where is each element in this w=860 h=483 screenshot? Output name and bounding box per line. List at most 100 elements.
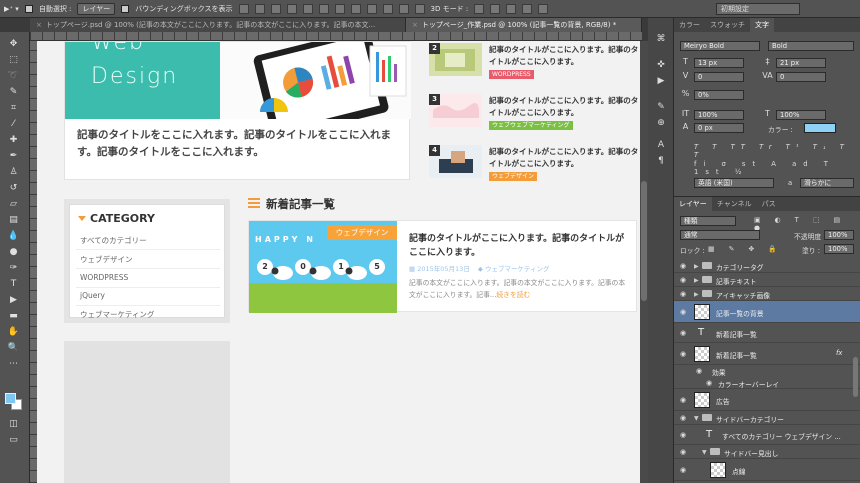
layer-row[interactable]: ◉ 点線 xyxy=(674,459,860,481)
spot-heal-tool-icon[interactable]: ✚ xyxy=(7,134,20,146)
move-tool-preset-icon[interactable]: ▶⁺ ▾ xyxy=(4,5,19,13)
align-right-icon[interactable] xyxy=(318,3,329,14)
layer-row[interactable]: ◉ ▼ サイドバーカテゴリー xyxy=(674,411,860,425)
brush-panel-icon[interactable]: ✎ xyxy=(655,102,667,113)
layer-row[interactable]: ◉ 新着記事一覧 fx xyxy=(674,343,860,365)
move-tool-icon[interactable]: ✥ xyxy=(7,38,20,50)
tab-paths[interactable]: パス xyxy=(757,197,781,211)
visibility-eye-icon[interactable]: ◉ xyxy=(680,329,686,337)
history-panel-icon[interactable]: ⌘ xyxy=(655,34,667,45)
workspace-dropdown[interactable]: 初期設定 xyxy=(716,3,800,15)
layer-row[interactable]: ◉ T すべてのカテゴリー ウェブデザイン ... xyxy=(674,425,860,445)
font-style-select[interactable]: Bold xyxy=(768,41,854,51)
category-link[interactable]: jQuery xyxy=(80,291,105,300)
text-style-buttons[interactable]: T T TT Tr T¹ T₁ T T xyxy=(694,143,860,159)
opentype-buttons[interactable]: fi σ st A ad T 1st ½ xyxy=(694,160,860,176)
antialias-select[interactable]: 滑らかに xyxy=(800,178,854,188)
tab-swatches[interactable]: スウォッチ xyxy=(705,18,750,32)
canvas-vertical-scrollbar[interactable] xyxy=(640,41,648,483)
document-tab-2[interactable]: × トップページ_作業.psd @ 100% (記事一覧の背景, RGB/8) * xyxy=(406,18,642,32)
scrollbar-thumb[interactable] xyxy=(641,181,647,301)
layer-row[interactable]: ◉ T 新着記事一覧 xyxy=(674,323,860,343)
distribute-middle-icon[interactable] xyxy=(350,3,361,14)
eraser-tool-icon[interactable]: ▱ xyxy=(7,198,20,210)
distribute-bottom-icon[interactable] xyxy=(366,3,377,14)
clone-source-panel-icon[interactable]: ⊕ xyxy=(655,118,667,129)
category-link[interactable]: すべてのカテゴリー xyxy=(80,235,147,246)
effect-row[interactable]: ◉ 効果 xyxy=(674,365,860,377)
quick-select-tool-icon[interactable]: ✎ xyxy=(7,86,20,98)
eyedropper-tool-icon[interactable]: ⁄ xyxy=(7,118,20,130)
leading-field[interactable]: 21 px xyxy=(776,58,826,68)
align-left-icon[interactable] xyxy=(286,3,297,14)
layers-scrollbar[interactable] xyxy=(853,357,858,397)
visibility-eye-icon[interactable]: ◉ xyxy=(680,466,686,474)
baseline-shift-field[interactable]: 0 px xyxy=(694,123,744,133)
expand-triangle-icon[interactable]: ▶ xyxy=(694,277,699,284)
category-link[interactable]: ウェブマーケティング xyxy=(80,309,154,320)
layer-row[interactable]: ◉ ▼ サイドバー見出し xyxy=(674,445,860,459)
pan-3d-icon[interactable] xyxy=(506,3,517,14)
brush-tool-icon[interactable]: ✒ xyxy=(7,150,20,162)
layer-row[interactable]: ◉ ▶ カテゴリータグ xyxy=(674,259,860,273)
crop-tool-icon[interactable]: ⌗ xyxy=(7,102,20,114)
auto-select-checkbox[interactable] xyxy=(24,4,33,13)
blur-tool-icon[interactable]: 💧 xyxy=(7,230,20,242)
tab-layers[interactable]: レイヤー xyxy=(674,197,712,211)
pen-tool-icon[interactable]: ✑ xyxy=(7,262,20,274)
distribute-top-icon[interactable] xyxy=(334,3,345,14)
visibility-eye-icon[interactable]: ◉ xyxy=(680,414,686,422)
visibility-eye-icon[interactable]: ◉ xyxy=(696,367,702,375)
paragraph-panel-icon[interactable]: ¶ xyxy=(655,156,667,167)
align-top-icon[interactable] xyxy=(238,3,249,14)
expand-triangle-icon[interactable]: ▶ xyxy=(694,263,699,270)
roll-3d-icon[interactable] xyxy=(490,3,501,14)
distribute-left-icon[interactable] xyxy=(382,3,393,14)
distribute-right-icon[interactable] xyxy=(414,3,425,14)
slide-3d-icon[interactable] xyxy=(522,3,533,14)
path-select-tool-icon[interactable]: ▶ xyxy=(7,294,20,306)
layer-row[interactable]: ◉ ▶ アイキャッチ画像 xyxy=(674,287,860,301)
history-brush-tool-icon[interactable]: ↺ xyxy=(7,182,20,194)
visibility-eye-icon[interactable]: ◉ xyxy=(680,431,686,439)
tsume-field[interactable]: 0% xyxy=(694,90,744,100)
lock-icons[interactable]: ▦ ✎ ✥ 🔒 xyxy=(708,245,783,253)
document-tab-1[interactable]: × トップページ.psd @ 100% (記事の本文がここに入ります。記事の本文が… xyxy=(30,18,406,32)
opacity-field[interactable]: 100% xyxy=(824,230,854,240)
rotate-3d-icon[interactable] xyxy=(474,3,485,14)
screen-mode-icon[interactable]: ▭ xyxy=(7,434,20,446)
bounding-box-checkbox[interactable] xyxy=(121,4,130,13)
close-tab-icon[interactable]: × xyxy=(36,21,42,29)
category-link[interactable]: ウェブデザイン xyxy=(80,254,133,265)
layer-row[interactable]: ◉ ▶ 記事テキスト xyxy=(674,273,860,287)
visibility-eye-icon[interactable]: ◉ xyxy=(680,290,686,298)
distribute-center-icon[interactable] xyxy=(398,3,409,14)
visibility-eye-icon[interactable]: ◉ xyxy=(706,379,712,387)
align-middle-icon[interactable] xyxy=(254,3,265,14)
font-family-select[interactable]: Meiryo Bold xyxy=(680,41,760,51)
visibility-eye-icon[interactable]: ◉ xyxy=(680,350,686,358)
actions-panel-icon[interactable]: ▶ xyxy=(655,76,667,87)
kerning-field[interactable]: 0 xyxy=(694,72,744,82)
foreground-color-swatch[interactable] xyxy=(5,393,16,404)
quick-mask-icon[interactable]: ◫ xyxy=(7,418,20,430)
scale-3d-icon[interactable] xyxy=(538,3,549,14)
tab-channels[interactable]: チャンネル xyxy=(712,197,757,211)
text-color-swatch[interactable] xyxy=(804,123,836,133)
visibility-eye-icon[interactable]: ◉ xyxy=(680,308,686,316)
tab-color[interactable]: カラー xyxy=(674,18,705,32)
hand-tool-icon[interactable]: ✋ xyxy=(7,326,20,338)
dodge-tool-icon[interactable]: ● xyxy=(7,246,20,258)
layer-row-selected[interactable]: ◉ 記事一覧の背景 xyxy=(674,301,860,323)
language-select[interactable]: 英語 (米国) xyxy=(694,178,774,188)
expand-triangle-icon[interactable]: ▶ xyxy=(694,291,699,298)
category-link[interactable]: WORDPRESS xyxy=(80,273,128,282)
shape-tool-icon[interactable]: ▬ xyxy=(7,310,20,322)
tab-character[interactable]: 文字 xyxy=(750,18,774,32)
visibility-eye-icon[interactable]: ◉ xyxy=(680,448,686,456)
visibility-eye-icon[interactable]: ◉ xyxy=(680,276,686,284)
vertical-scale-field[interactable]: 100% xyxy=(694,110,744,120)
fill-field[interactable]: 100% xyxy=(824,244,854,254)
tracking-field[interactable]: 0 xyxy=(776,72,826,82)
horizontal-scale-field[interactable]: 100% xyxy=(776,110,826,120)
